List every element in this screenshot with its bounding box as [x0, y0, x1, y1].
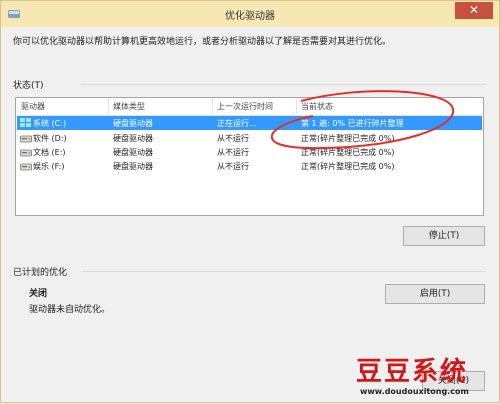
drives-list[interactable]: 驱动器 媒体类型 上一次运行时间 当前状态 系统 (C:) 硬盘驱动器 正在运行…: [15, 97, 484, 216]
drive-last-run: 正在运行...: [217, 119, 257, 128]
drive-status: 正常(碎片整理已完成 0%): [301, 148, 395, 157]
watermark: 豆豆系统 www.doudouxitong.com: [356, 351, 496, 401]
scheduled-section-label: 已计划的优化: [13, 268, 68, 278]
optimize-drives-window: 优化驱动器 ✕ 你可以优化驱动器以帮助计算机更高效地运行，或者分析驱动器以了解是…: [0, 0, 500, 403]
column-header-drive[interactable]: 驱动器: [21, 101, 45, 112]
column-header-current-status[interactable]: 当前状态: [301, 101, 333, 112]
drive-media-type: 硬盘驱动器: [113, 148, 153, 157]
column-separator[interactable]: [212, 98, 213, 114]
windows-drive-icon: [20, 118, 31, 127]
drive-row-f[interactable]: 娱乐 (F:) 硬盘驱动器 从不运行 正常(碎片整理已完成 0%): [17, 159, 482, 173]
stop-button[interactable]: 停止(T): [403, 226, 485, 246]
column-header-media-type[interactable]: 媒体类型: [113, 101, 145, 112]
column-separator[interactable]: [296, 98, 297, 114]
watermark-logo: 豆豆系统: [356, 357, 469, 387]
drive-media-type: 硬盘驱动器: [113, 134, 153, 143]
drives-list-header: 驱动器 媒体类型 上一次运行时间 当前状态: [16, 98, 483, 116]
watermark-url: www.doudouxitong.com: [360, 387, 469, 396]
drive-row-e[interactable]: 文档 (E:) 硬盘驱动器 从不运行 正常(碎片整理已完成 0%): [17, 145, 482, 159]
scheduled-description: 驱动器未自动优化。: [29, 305, 111, 315]
drive-status: 第 1 遍: 0% 已进行碎片整理: [301, 119, 404, 128]
title-bar[interactable]: 优化驱动器 ✕: [1, 1, 499, 27]
drive-row-c[interactable]: 系统 (C:) 硬盘驱动器 正在运行... 第 1 遍: 0% 已进行碎片整理: [17, 116, 482, 130]
scheduled-state: 关闭: [29, 289, 48, 299]
hard-drive-icon: [20, 135, 32, 143]
drive-row-d[interactable]: 软件 (D:) 硬盘驱动器 从不运行 正常(碎片整理已完成 0%): [17, 131, 482, 145]
intro-text: 你可以优化驱动器以帮助计算机更高效地运行，或者分析驱动器以了解是否需要对其进行优…: [13, 37, 392, 47]
drive-name: 娱乐 (F:): [33, 162, 65, 171]
status-section-label: 状态(T): [13, 81, 44, 91]
column-separator[interactable]: [108, 98, 109, 114]
drive-last-run: 从不运行: [217, 148, 249, 157]
drive-name: 文档 (E:): [33, 148, 66, 157]
drive-last-run: 从不运行: [217, 162, 249, 171]
drive-status: 正常(碎片整理已完成 0%): [301, 162, 395, 171]
status-divider: [81, 84, 486, 85]
window-close-button[interactable]: ✕: [455, 2, 493, 19]
hard-drive-icon: [20, 163, 32, 171]
enable-button[interactable]: 启用(T): [385, 284, 485, 304]
drive-media-type: 硬盘驱动器: [113, 119, 153, 128]
drive-last-run: 从不运行: [217, 134, 249, 143]
drive-status: 正常(碎片整理已完成 0%): [301, 134, 395, 143]
column-header-last-run[interactable]: 上一次运行时间: [217, 101, 273, 112]
drive-media-type: 硬盘驱动器: [113, 162, 153, 171]
drive-name: 软件 (D:): [33, 134, 67, 143]
window-title: 优化驱动器: [225, 11, 275, 22]
drive-name: 系统 (C:): [33, 119, 67, 128]
scheduled-divider: [83, 271, 486, 272]
hard-drive-icon: [20, 149, 32, 157]
